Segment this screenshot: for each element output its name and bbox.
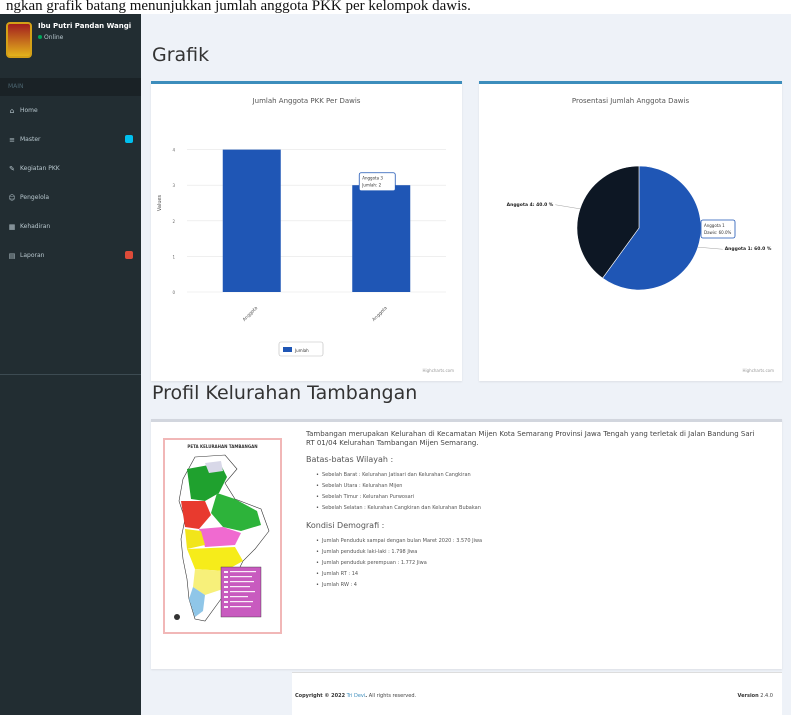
sidebar-item-kehadiran[interactable]: ▦ Kehadiran <box>0 212 141 241</box>
list-item: Jumlah RW : 4 <box>316 580 761 591</box>
list-item: Jumlah Penduduk sampai dengan bulan Mare… <box>316 536 761 547</box>
main-content: Grafik Jumlah Anggota PKK Per Dawis 0123… <box>141 14 791 715</box>
tooltip-line: Jumlah: 2 <box>361 183 381 188</box>
demografi-heading: Kondisi Demografi : <box>306 521 385 530</box>
caption-text: ngkan grafik batang menunjukkan jumlah a… <box>0 0 791 14</box>
sidebar-item-laporan[interactable]: ▤ Laporan <box>0 241 141 270</box>
user-panel: Ibu Putri Pandan Wangi Online <box>0 14 141 78</box>
pie-chart-box: Prosentasi Jumlah Anggota Dawis Anggota … <box>479 81 782 381</box>
sidebar-item-label: Laporan <box>20 252 45 259</box>
users-icon: ☺ <box>8 193 16 202</box>
list-item: Jumlah penduduk laki-laki : 1.798 Jiwa <box>316 547 761 558</box>
batas-heading: Batas-batas Wilayah : <box>306 455 394 464</box>
sidebar-item-label: Master <box>20 136 41 143</box>
chart-credits[interactable]: Highcharts.com <box>423 368 455 373</box>
y-tick-label: 0 <box>172 290 175 295</box>
chart-credits[interactable]: Highcharts.com <box>743 368 775 373</box>
footer: Copyright © 2022 Tri Devi. All rights re… <box>292 672 782 715</box>
sidebar-item-label: Pengelola <box>20 194 50 201</box>
profile-title: Profil Kelurahan Tambangan <box>152 382 418 404</box>
list-item: Sebelah Utara : Kelurahan Mijen <box>316 481 761 492</box>
profile-box: PETA KELURAHAN TAMBANGAN Tambangan merup… <box>151 419 782 669</box>
bar-chart: 0 1 2 3 4 Values Anggota Anggota Anggota 3 Jumlah… <box>157 148 446 357</box>
list-item: Sebelah Timur : Kelurahan Purwosari <box>316 492 761 503</box>
status-dot-icon <box>38 35 42 39</box>
pie-connector <box>697 246 723 250</box>
copyright-suffix: All rights reserved. <box>368 693 417 699</box>
pencil-icon: ✎ <box>9 164 15 173</box>
version-label: Version <box>737 693 759 699</box>
menu-badge <box>125 251 133 259</box>
menu-badge <box>125 135 133 143</box>
sidebar: Ibu Putri Pandan Wangi Online MAIN ⌂ Home… <box>0 14 141 715</box>
copyright: Copyright © 2022 Tri Devi. All rights re… <box>295 693 417 699</box>
sidebar-header: MAIN <box>0 78 141 96</box>
sidebar-item-kegiatan-pkk[interactable]: ✎ Kegiatan PKK <box>0 154 141 183</box>
sidebar-item-label: Kegiatan PKK <box>20 165 60 172</box>
y-tick-label: 1 <box>172 254 175 259</box>
database-icon: ≡ <box>9 135 15 144</box>
sidebar-item-label: Home <box>20 107 38 114</box>
app: Ibu Putri Pandan Wangi Online MAIN ⌂ Home… <box>0 14 791 715</box>
list-item: Jumlah penduduk perempuan : 1.772 Jiwa <box>316 558 761 569</box>
map-image <box>174 454 270 622</box>
tooltip-line: Anggota 1 <box>704 223 725 228</box>
main-inner: Grafik Jumlah Anggota PKK Per Dawis 0123… <box>141 14 791 715</box>
legend-label: Jumlah <box>294 348 309 353</box>
bar <box>352 185 411 292</box>
sidebar-divider <box>0 374 141 375</box>
pie-chart: Anggota 1: 60.0 % Anggota 4: 40.0 % Anggot… <box>507 165 772 291</box>
version: Version 2.4.0 <box>738 693 773 699</box>
tooltip-line: Anggota 3 <box>362 176 383 181</box>
y-axis-label: Values <box>157 194 163 211</box>
batas-list: Sebelah Barat : Kelurahan Jatisari dan K… <box>316 470 761 514</box>
legend-swatch <box>283 347 292 352</box>
x-tick-label: Anggota <box>371 305 389 323</box>
user-status: Online <box>38 34 131 41</box>
demografi-list: Jumlah Penduduk sampai dengan bulan Mare… <box>316 536 761 591</box>
profile-intro: Tambangan merupakan Kelurahan di Kecamat… <box>306 430 755 447</box>
page-title: Grafik <box>152 44 210 66</box>
pie-slice-label: Anggota 1: 60.0 % <box>725 246 772 252</box>
profile-text: Tambangan merupakan Kelurahan di Kecamat… <box>306 430 761 591</box>
pie-connector <box>555 204 581 210</box>
book-icon: ▤ <box>8 251 16 260</box>
user-status-label: Online <box>44 34 64 41</box>
y-tick-label: 4 <box>172 148 175 153</box>
kelurahan-map: PETA KELURAHAN TAMBANGAN <box>163 438 282 634</box>
list-item: Sebelah Selatan : Kelurahan Cangkiran da… <box>316 503 761 514</box>
bar-chart-box: Jumlah Anggota PKK Per Dawis 0 1 2 3 4 Values… <box>151 81 462 381</box>
sidebar-item-pengelola[interactable]: ☺ Pengelola <box>0 183 141 212</box>
home-icon: ⌂ <box>9 106 15 115</box>
sidebar-menu: ⌂ Home ≡ Master ✎ Kegiatan PKK ☺ Pengelola ▦ Keha… <box>0 96 141 270</box>
version-value: 2.4.0 <box>760 693 773 699</box>
copyright-link[interactable]: Tri Devi <box>347 693 366 699</box>
copyright-prefix: Copyright © 2022 <box>295 693 346 699</box>
x-tick-label: Anggota <box>242 305 260 323</box>
list-item: Sebelah Barat : Kelurahan Jatisari dan K… <box>316 470 761 481</box>
logo <box>6 22 32 58</box>
tooltip-line: Dawis: 60.0% <box>704 230 732 235</box>
table-icon: ▦ <box>8 222 16 231</box>
pie-slice-label: Anggota 4: 40.0 % <box>507 202 554 208</box>
user-name: Ibu Putri Pandan Wangi <box>38 22 132 30</box>
y-tick-label: 3 <box>172 183 175 188</box>
bar <box>222 149 281 292</box>
sidebar-item-label: Kehadiran <box>20 223 51 230</box>
y-tick-label: 2 <box>172 219 175 224</box>
sidebar-item-home[interactable]: ⌂ Home <box>0 96 141 125</box>
list-item: Jumlah RT : 14 <box>316 569 761 580</box>
sidebar-item-master[interactable]: ≡ Master <box>0 125 141 154</box>
